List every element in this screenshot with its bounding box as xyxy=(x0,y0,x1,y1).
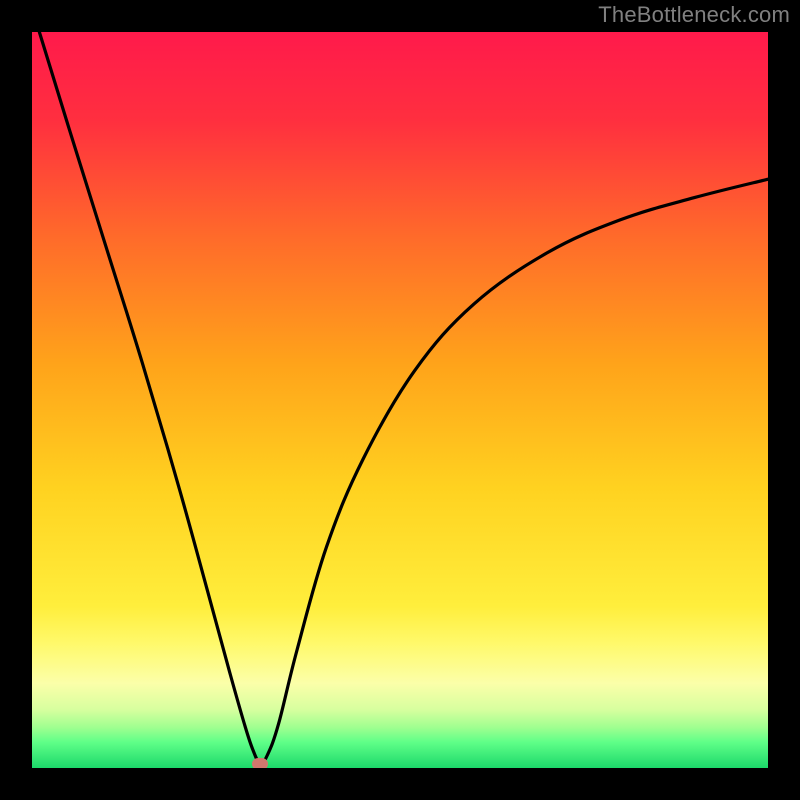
plot-area xyxy=(32,32,768,768)
chart-container: TheBottleneck.com xyxy=(0,0,800,800)
attribution-label: TheBottleneck.com xyxy=(598,2,790,28)
bottleneck-curve xyxy=(32,32,768,768)
optimal-point-marker xyxy=(252,758,268,768)
